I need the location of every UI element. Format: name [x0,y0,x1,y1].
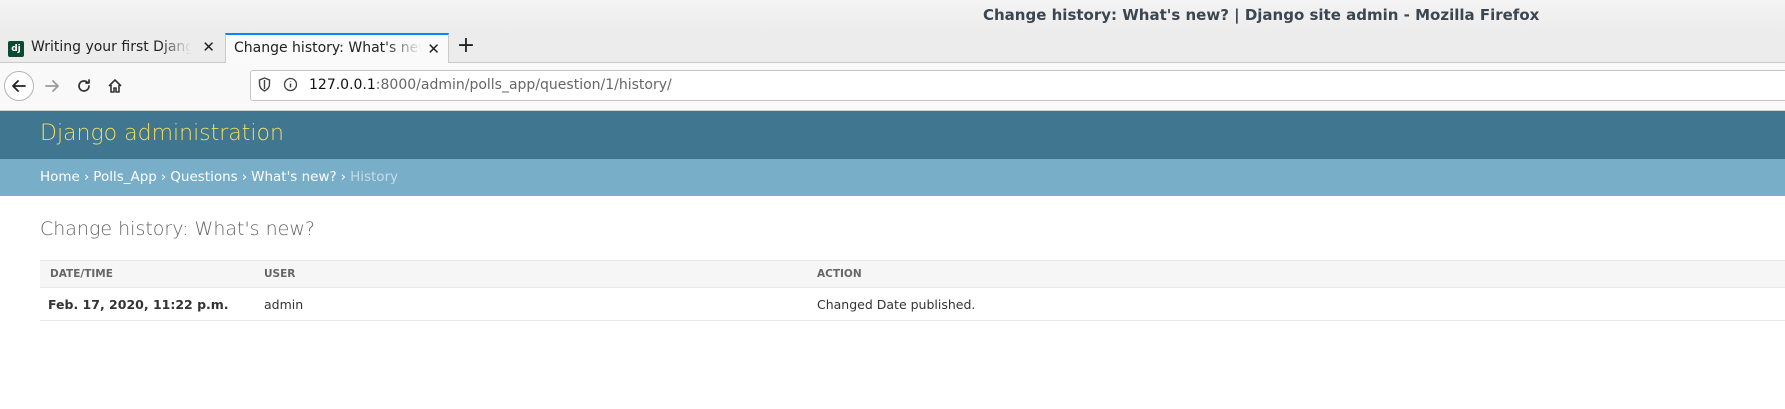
breadcrumb-separator: › [241,169,248,185]
page-title: Change history: What's new? [40,218,315,240]
table-row: Feb. 17, 2020, 11:22 p.m. admin Changed … [40,287,1785,321]
cell-user: admin [264,287,817,321]
column-header-action: Action [817,260,1785,288]
breadcrumb-current: History [350,169,399,185]
home-icon[interactable] [100,71,130,101]
tab-strip: dj Writing your first Django app ✕ Chang… [0,33,1785,63]
tab-label: Writing your first Django app [31,39,191,55]
tab-label: Change history: What's new? [234,40,422,56]
breadcrumb-app[interactable]: Polls_App [93,169,157,185]
breadcrumb-model[interactable]: Questions [170,169,237,185]
column-header-datetime: Date/time [40,260,264,288]
cell-action: Changed Date published. [817,287,1785,321]
django-header: Django administration [0,111,1785,159]
site-info-icon[interactable] [283,77,298,96]
url-path: :8000/admin/polls_app/question/1/history… [375,77,672,93]
url-text[interactable]: 127.0.0.1:8000/admin/polls_app/question/… [309,77,672,93]
reload-icon[interactable] [69,71,99,101]
site-branding[interactable]: Django administration [40,121,284,146]
back-arrow-icon[interactable] [4,71,34,101]
window-titlebar: Change history: What's new? | Django sit… [0,0,1785,33]
tab-close-icon[interactable]: ✕ [427,40,440,58]
forward-arrow-icon[interactable] [37,71,67,101]
change-history-table: Date/time User Action Feb. 17, 2020, 11:… [40,260,1785,321]
tab-change-history[interactable]: Change history: What's new? ✕ [225,33,449,63]
breadcrumb-separator: › [83,169,90,185]
new-tab-plus-icon[interactable]: + [455,32,477,60]
django-favicon-icon: dj [8,41,24,57]
window-title: Change history: What's new? | Django sit… [983,6,1540,24]
breadcrumb-home[interactable]: Home [40,169,80,185]
tab-close-icon[interactable]: ✕ [202,38,215,56]
column-header-user: User [264,260,817,288]
tab-writing-first-django-app[interactable]: dj Writing your first Django app ✕ [0,33,223,62]
tracking-protection-shield-icon[interactable] [258,77,271,96]
url-host: 127.0.0.1 [309,77,376,93]
url-bar[interactable]: 127.0.0.1:8000/admin/polls_app/question/… [250,70,1785,101]
cell-datetime: Feb. 17, 2020, 11:22 p.m. [40,287,264,321]
breadcrumb: Home › Polls_App › Questions › What's new? › His… [0,159,1785,196]
table-header-row: Date/time User Action [40,260,1785,288]
breadcrumb-separator: › [340,169,347,185]
breadcrumb-object[interactable]: What's new? [251,169,337,185]
navigation-toolbar: 127.0.0.1:8000/admin/polls_app/question/… [0,63,1785,111]
breadcrumb-separator: › [160,169,167,185]
